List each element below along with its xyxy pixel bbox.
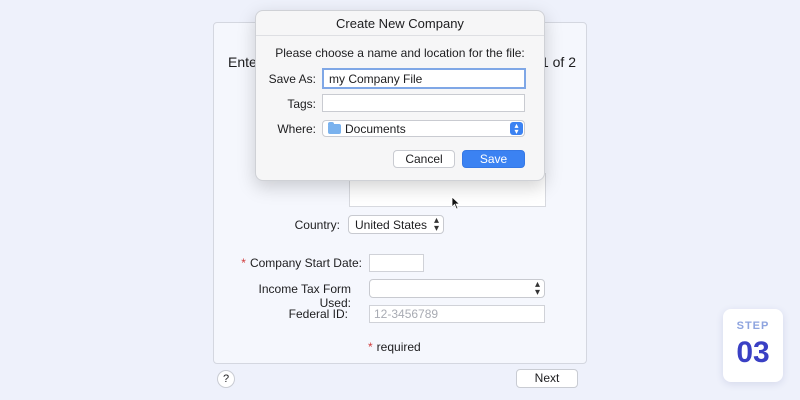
step-badge-number: 03: [736, 336, 770, 369]
save-as-input[interactable]: [322, 68, 526, 89]
federal-id-input[interactable]: [369, 305, 545, 323]
dialog-divider: [256, 35, 544, 36]
dialog-prompt: Please choose a name and location for th…: [275, 46, 525, 60]
step-badge: STEP 03: [723, 309, 783, 382]
tags-input[interactable]: [322, 94, 525, 112]
company-start-date-label: * Company Start Date:: [240, 256, 362, 270]
where-select[interactable]: Documents ▴ ▾: [322, 120, 525, 137]
tags-label: Tags:: [287, 97, 316, 111]
mouse-pointer-icon: [451, 196, 461, 210]
save-as-label: Save As:: [268, 72, 316, 86]
required-star: *: [368, 340, 373, 354]
required-note: * required: [368, 340, 421, 354]
save-button[interactable]: Save: [462, 150, 525, 168]
chevron-up-down-icon: ▴ ▾: [433, 215, 439, 234]
company-start-date-input[interactable]: [369, 254, 424, 272]
step-badge-label: STEP: [736, 320, 770, 332]
federal-id-label: Federal ID:: [288, 307, 348, 321]
cancel-button[interactable]: Cancel: [393, 150, 455, 168]
dialog-title: Create New Company: [336, 16, 464, 31]
country-select[interactable]: United States ▴ ▾: [348, 215, 444, 234]
where-select-value: Documents: [345, 122, 406, 136]
next-button[interactable]: Next: [516, 369, 578, 388]
chevron-up-down-icon: ▴ ▾: [510, 122, 523, 136]
where-label: Where:: [277, 122, 316, 136]
create-new-company-dialog: Create New Company Please choose a name …: [255, 10, 545, 181]
chevron-up-down-icon: ▴ ▾: [534, 279, 540, 298]
company-start-date-text: Company Start Date:: [249, 256, 362, 270]
window-title: Ente: [228, 54, 257, 70]
required-star: *: [241, 256, 246, 270]
help-button[interactable]: ?: [217, 370, 235, 388]
folder-icon: [328, 122, 341, 134]
page-indicator: 1 of 2: [540, 54, 576, 70]
income-tax-form-select[interactable]: ▴ ▾: [369, 279, 545, 298]
required-note-text: required: [376, 340, 421, 354]
income-tax-form-label: Income Tax Form Used:: [258, 282, 351, 310]
country-label: Country:: [294, 218, 340, 232]
country-select-value: United States: [355, 218, 428, 232]
